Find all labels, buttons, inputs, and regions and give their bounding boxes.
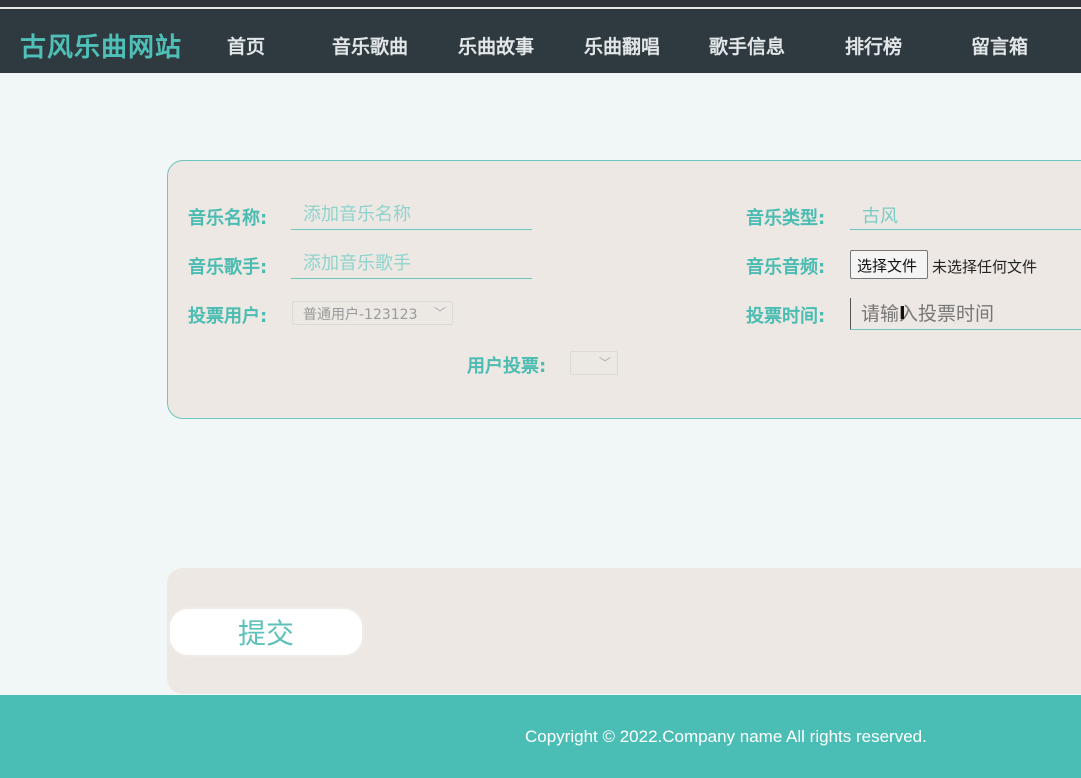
vote-user-select[interactable]: 普通用户-123123 ﹀: [292, 301, 453, 325]
nav-item-music-songs[interactable]: 音乐歌曲: [332, 32, 408, 59]
audio-label: 音乐音频:: [746, 257, 826, 278]
music-name-input[interactable]: [291, 200, 532, 230]
top-divider: [0, 7, 1081, 9]
music-name-label: 音乐名称:: [188, 208, 268, 229]
singer-input[interactable]: [291, 249, 532, 279]
copyright-text: Copyright © 2022.Company name All rights…: [525, 727, 927, 746]
nav-item-home[interactable]: 首页: [227, 32, 265, 59]
user-vote-label: 用户投票:: [467, 356, 547, 377]
window-top-bar: [0, 0, 1081, 10]
submit-button[interactable]: 提交: [168, 607, 364, 657]
nav-item-ranking[interactable]: 排行榜: [845, 32, 902, 59]
chevron-down-icon: ﹀: [598, 356, 611, 370]
footer: Copyright © 2022.Company name All rights…: [0, 695, 1081, 778]
nav-item-covers[interactable]: 乐曲翻唱: [584, 32, 660, 59]
choose-file-button[interactable]: 选择文件: [850, 250, 928, 279]
nav-item-singer-info[interactable]: 歌手信息: [709, 32, 785, 59]
vote-time-input[interactable]: [850, 298, 1081, 330]
text-cursor-icon: I: [899, 303, 906, 324]
vote-form-card: [167, 160, 1081, 419]
top-navbar: 古风乐曲网站 首页 音乐歌曲 乐曲故事 乐曲翻唱 歌手信息 排行榜 留言箱: [0, 10, 1081, 73]
chevron-down-icon: ﹀: [433, 306, 446, 320]
vote-time-label: 投票时间:: [746, 306, 826, 327]
music-type-label: 音乐类型:: [746, 208, 826, 229]
site-brand[interactable]: 古风乐曲网站: [20, 27, 182, 64]
vote-user-label: 投票用户:: [188, 306, 268, 327]
nav-item-music-stories[interactable]: 乐曲故事: [458, 32, 534, 59]
file-status-text: 未选择任何文件: [932, 258, 1038, 276]
nav-item-guestbook[interactable]: 留言箱: [971, 32, 1028, 59]
music-type-input[interactable]: [850, 200, 1081, 230]
user-vote-select[interactable]: ﹀: [570, 351, 618, 375]
singer-label: 音乐歌手:: [188, 257, 268, 278]
vote-user-value: 普通用户-123123: [303, 307, 418, 323]
